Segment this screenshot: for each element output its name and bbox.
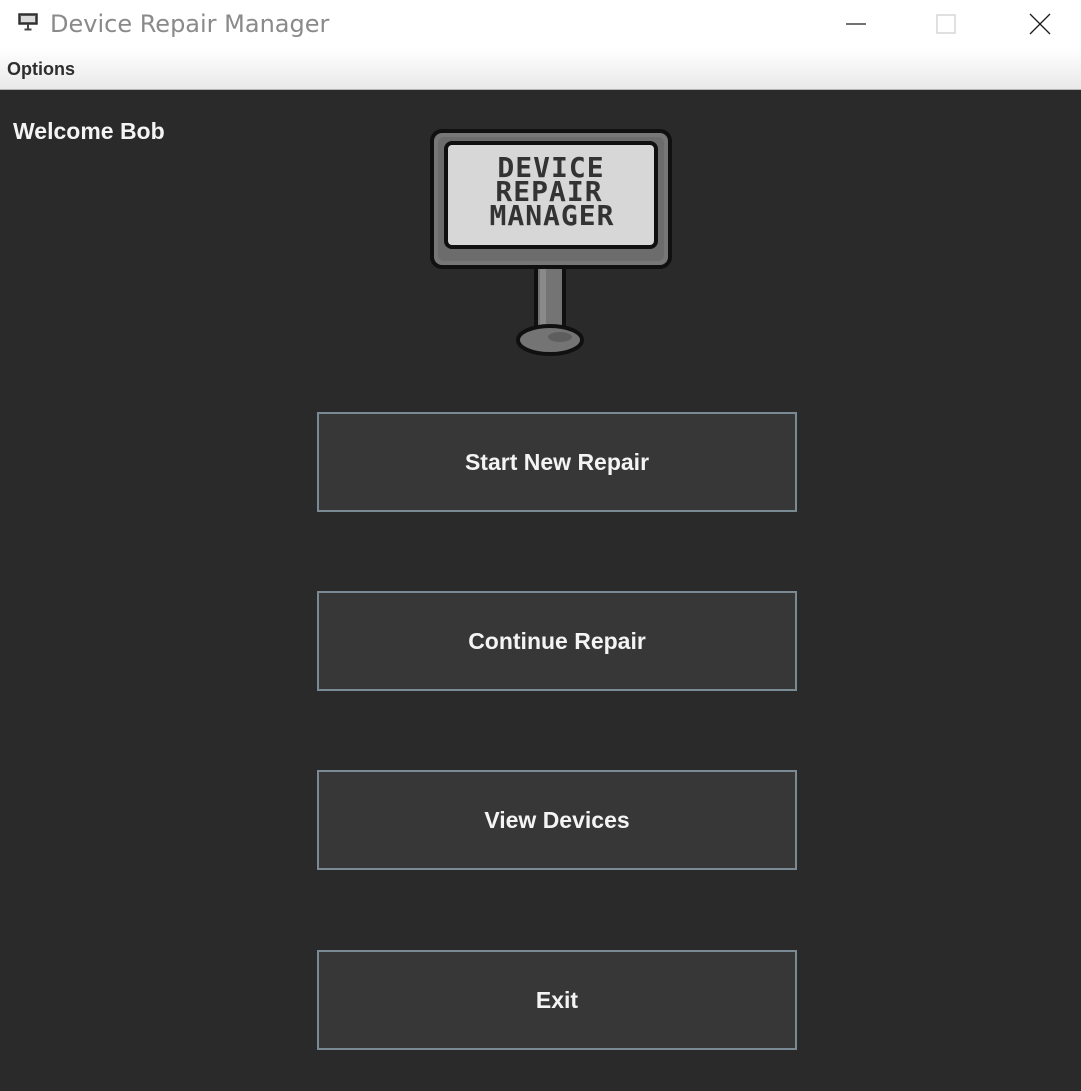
close-icon xyxy=(1029,13,1051,35)
logo-line-3: MANAGER xyxy=(489,199,614,232)
continue-repair-button[interactable]: Continue Repair xyxy=(317,591,797,691)
welcome-message: Welcome Bob xyxy=(13,118,165,144)
minimize-button[interactable] xyxy=(810,0,902,48)
signpost-icon xyxy=(18,13,38,31)
menu-options[interactable]: Options xyxy=(0,48,82,90)
app-logo: DEVICE REPAIR MANAGER xyxy=(430,129,672,356)
start-new-repair-button[interactable]: Start New Repair xyxy=(317,412,797,512)
title-bar: Device Repair Manager xyxy=(0,0,1081,48)
maximize-button[interactable] xyxy=(900,0,992,48)
view-devices-button[interactable]: View Devices xyxy=(317,770,797,870)
minimize-icon xyxy=(846,23,866,25)
window-title: Device Repair Manager xyxy=(50,10,330,38)
exit-button[interactable]: Exit xyxy=(317,950,797,1050)
close-button[interactable] xyxy=(994,0,1081,48)
menu-bar: Options xyxy=(0,48,1081,90)
maximize-icon xyxy=(936,14,956,34)
